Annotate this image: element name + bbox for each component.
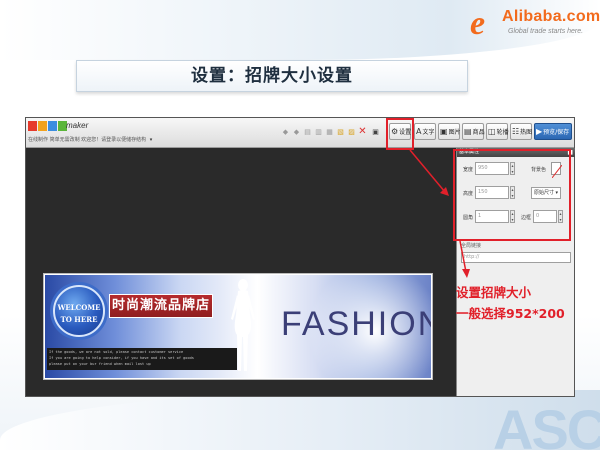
settings-highlight-box (386, 118, 414, 150)
editor-brand: maker (28, 121, 88, 133)
hotspot-button[interactable]: ☷热图 (510, 123, 532, 140)
editor-top-bar: maker 在线制作 简单无需改制 欢迎您！请登录以便储存结构 ▾ ◆ ◆ ▤ … (26, 118, 574, 148)
panel-highlight-box (453, 149, 571, 241)
move-down-icon[interactable]: ◆ (292, 127, 301, 137)
crumb-dropdown-icon[interactable]: ▾ (150, 137, 153, 143)
play-icon: ▶ (536, 127, 543, 136)
lock-icon[interactable]: ▨ (347, 127, 356, 137)
annotation-line-2: 一般选择952*200 (456, 306, 565, 321)
text-button[interactable]: A文字 (414, 123, 436, 140)
brand-tile-1 (28, 121, 37, 131)
badge-line-2: TO HERE (60, 315, 98, 324)
alibaba-logo-mark: e (470, 5, 486, 42)
badge-line-1: WELCOME (57, 303, 101, 312)
slide-title: 设置：招牌大小设置 (191, 66, 353, 86)
global-link-placeholder: http:// (464, 254, 480, 260)
notice-line-3: please put on your bur friend when mail … (49, 362, 151, 366)
alibaba-tagline: Global trade starts here. (508, 28, 584, 35)
welcome-badge: WELCOME TO HERE (53, 285, 105, 337)
preview-save-label: 预览/保存 (543, 129, 570, 136)
annotation-text: 设置招牌大小 一般选择952*200 (456, 282, 565, 324)
alibaba-logo: e Alibaba.com Global trade starts here. (470, 5, 600, 46)
copy-icon[interactable]: ▤ (303, 127, 312, 137)
banner-notice-box: If the goods, we are not sold, please co… (47, 348, 237, 370)
notice-line-1: If the goods, we are not sold, please co… (49, 350, 184, 354)
image-button-label: 图片 (448, 129, 461, 136)
product-icon: ▤ (464, 127, 472, 136)
paste-icon[interactable]: ▥ (314, 127, 323, 137)
annotation-line-1: 设置招牌大小 (456, 285, 532, 300)
notice-line-2: If you are going to help consider, if yo… (49, 356, 194, 360)
product-button-label: 商品 (472, 129, 485, 136)
text-button-label: 文字 (422, 129, 435, 136)
slide-title-banner: 设置：招牌大小设置 (76, 60, 468, 92)
move-up-icon[interactable]: ◆ (281, 127, 290, 137)
banner-headline: FASHION (281, 305, 431, 343)
product-button[interactable]: ▤商品 (462, 123, 485, 140)
shop-name-plate: 时尚潮流品牌店 (109, 294, 213, 318)
text-icon: A (416, 127, 422, 136)
layer-down-icon[interactable]: ▧ (336, 127, 345, 137)
delete-icon[interactable]: ✕ (358, 127, 367, 137)
design-canvas[interactable]: WELCOME TO HERE 时尚潮流品牌店 FASHION If the g… (26, 148, 456, 396)
global-link-input[interactable]: http:// (461, 252, 571, 263)
shop-sign-banner[interactable]: WELCOME TO HERE 时尚潮流品牌店 FASHION If the g… (43, 273, 433, 380)
brand-word: maker (66, 121, 89, 130)
image-icon: ▣ (440, 127, 448, 136)
hotspot-button-label: 热图 (520, 129, 533, 136)
grid-icon[interactable]: ▣ (371, 127, 380, 137)
carousel-button[interactable]: ◫轮播 (486, 123, 509, 140)
layer-up-icon[interactable]: ▦ (325, 127, 334, 137)
banner-image: WELCOME TO HERE 时尚潮流品牌店 FASHION If the g… (45, 275, 431, 378)
asc-decor: ASC (493, 398, 600, 450)
image-button[interactable]: ▣图片 (438, 123, 461, 140)
global-link-label: 全局链接 (461, 243, 482, 249)
editor-crumb: 在线制作 简单无需改制 欢迎您！请登录以便储存结构 ▾ (28, 136, 152, 143)
brand-tile-3 (48, 121, 57, 131)
carousel-button-label: 轮播 (496, 129, 509, 136)
brand-tile-2 (38, 121, 47, 131)
hotspot-icon: ☷ (512, 127, 520, 136)
alibaba-logo-text: Alibaba.com (502, 8, 600, 25)
crumb-text: 在线制作 简单无需改制 欢迎您！请登录以便储存结构 (28, 137, 147, 143)
carousel-icon: ◫ (488, 127, 496, 136)
shop-name: 时尚潮流品牌店 (111, 298, 210, 313)
preview-save-button[interactable]: ▶预览/保存 (534, 123, 572, 140)
